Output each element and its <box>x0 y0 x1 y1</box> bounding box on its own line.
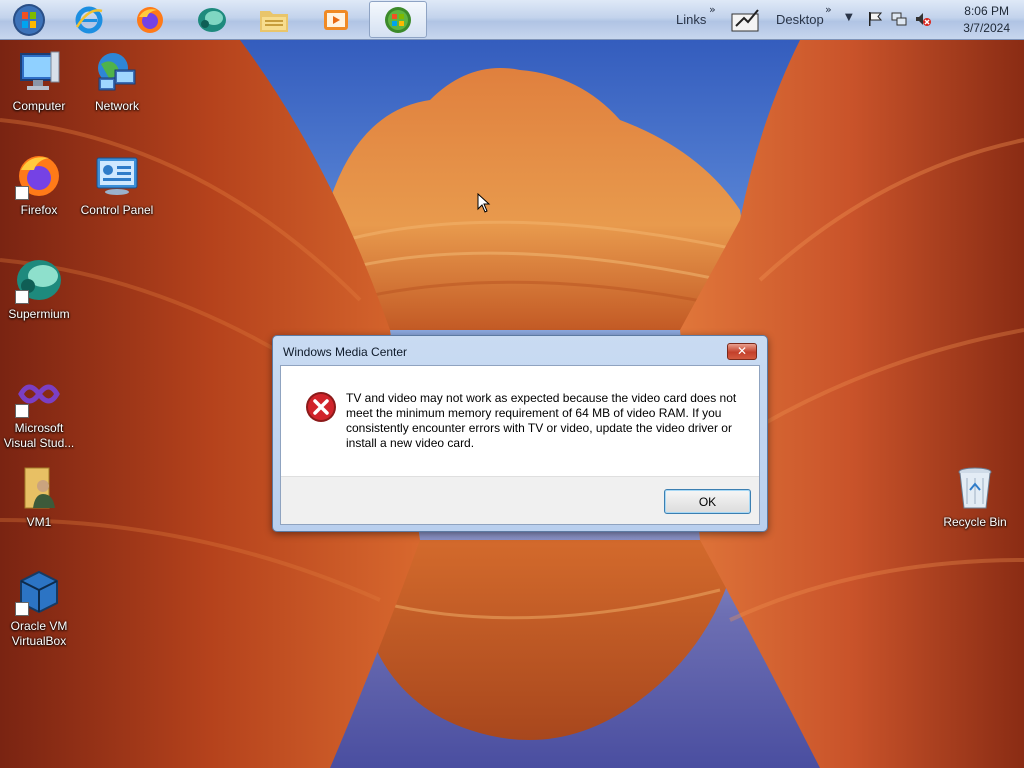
tray-expand-icon[interactable]: ▼ <box>845 12 853 23</box>
desktop-icon-label: VM1 <box>26 515 52 529</box>
desktop-icon-firefox[interactable]: Firefox <box>1 152 77 218</box>
error-icon <box>306 392 336 422</box>
desktop-icon-recycle-bin[interactable]: Recycle Bin <box>937 464 1013 530</box>
links-chevron-icon[interactable]: » <box>709 3 716 16</box>
clock-time: 8:06 PM <box>964 4 1009 18</box>
show-desktop-icon[interactable] <box>730 6 762 34</box>
dialog-message: TV and video may not work as expected be… <box>346 391 737 450</box>
shortcut-arrow-icon <box>15 290 29 304</box>
desktop-toolbar-label[interactable]: Desktop <box>776 12 824 27</box>
desktop-icon-network[interactable]: Network <box>79 48 155 114</box>
shortcut-arrow-icon <box>15 602 29 616</box>
desktop-icon-label: Control Panel <box>80 203 154 217</box>
error-dialog: Windows Media Center ✕ TV and video may … <box>272 335 768 532</box>
user-folder-icon <box>24 467 55 509</box>
desktop-icon-label: Supermium <box>8 307 70 321</box>
supermium-icon <box>198 7 226 32</box>
desktop-icon-virtualbox[interactable]: Oracle VM VirtualBox <box>1 568 77 649</box>
taskbar-file-explorer[interactable] <box>245 1 303 38</box>
internet-explorer-icon <box>75 6 103 33</box>
recycle-bin-icon <box>958 467 992 509</box>
taskbar-supermium[interactable] <box>183 1 241 38</box>
desktop-icon-supermium[interactable]: Supermium <box>1 256 77 322</box>
desktop-icon-label: Network <box>94 99 139 113</box>
desktop-icon-computer[interactable]: Computer <box>1 48 77 114</box>
computer-icon <box>20 51 60 90</box>
start-button[interactable] <box>0 1 58 38</box>
network-icon[interactable] <box>890 10 908 28</box>
desktop-icon-label-line1: Microsoft <box>14 421 64 435</box>
links-toolbar-label[interactable]: Links <box>676 12 706 27</box>
taskbar-windows-media-center[interactable] <box>369 1 427 38</box>
desktop-icon-label: Recycle Bin <box>943 515 1007 529</box>
volume-muted-icon[interactable] <box>914 10 932 28</box>
desktop-icon-control-panel[interactable]: Control Panel <box>79 152 155 218</box>
desktop-icon-visual-studio[interactable]: Microsoft Visual Stud... <box>1 370 77 451</box>
desktop-icon-label-line1: Oracle VM <box>10 619 68 633</box>
desktop-icon-label: Microsoft Visual Stud... <box>1 421 77 451</box>
desktop-icon-label: Computer <box>12 99 66 113</box>
clock-date: 3/7/2024 <box>963 21 1010 35</box>
shortcut-arrow-icon <box>15 186 29 200</box>
control-panel-icon <box>96 157 138 195</box>
desktop-icon-label-line2: Visual Stud... <box>3 436 75 450</box>
desktop-icon-vm1[interactable]: VM1 <box>1 464 77 530</box>
windows-media-center-icon <box>385 6 411 33</box>
taskbar: Links » Desktop » ▼ 8:06 PM 3/7/2024 <box>0 0 1024 40</box>
system-clock[interactable]: 8:06 PM 3/7/2024 <box>963 3 1010 37</box>
desktop-icon-label: Firefox <box>20 203 58 217</box>
flag-icon[interactable] <box>866 10 884 28</box>
taskbar-media-player[interactable] <box>307 1 365 38</box>
network-globe-icon <box>98 53 136 91</box>
desktop-icon-label-line2: VirtualBox <box>11 634 67 648</box>
taskbar-internet-explorer[interactable] <box>60 1 118 38</box>
file-explorer-icon <box>260 10 288 32</box>
ok-button[interactable]: OK <box>664 489 751 514</box>
dialog-button-bar: OK <box>281 476 759 524</box>
dialog-body: TV and video may not work as expected be… <box>280 365 760 525</box>
desktop-chevron-icon[interactable]: » <box>825 3 832 16</box>
media-player-icon <box>324 9 348 30</box>
desktop-icon-label: Oracle VM VirtualBox <box>1 619 77 649</box>
dialog-title: Windows Media Center <box>283 345 408 359</box>
firefox-icon <box>137 6 163 33</box>
dialog-close-button[interactable]: ✕ <box>727 343 757 360</box>
taskbar-firefox[interactable] <box>121 1 179 38</box>
mouse-cursor-icon <box>477 193 491 213</box>
shortcut-arrow-icon <box>15 404 29 418</box>
windows-orb-icon <box>13 3 45 36</box>
